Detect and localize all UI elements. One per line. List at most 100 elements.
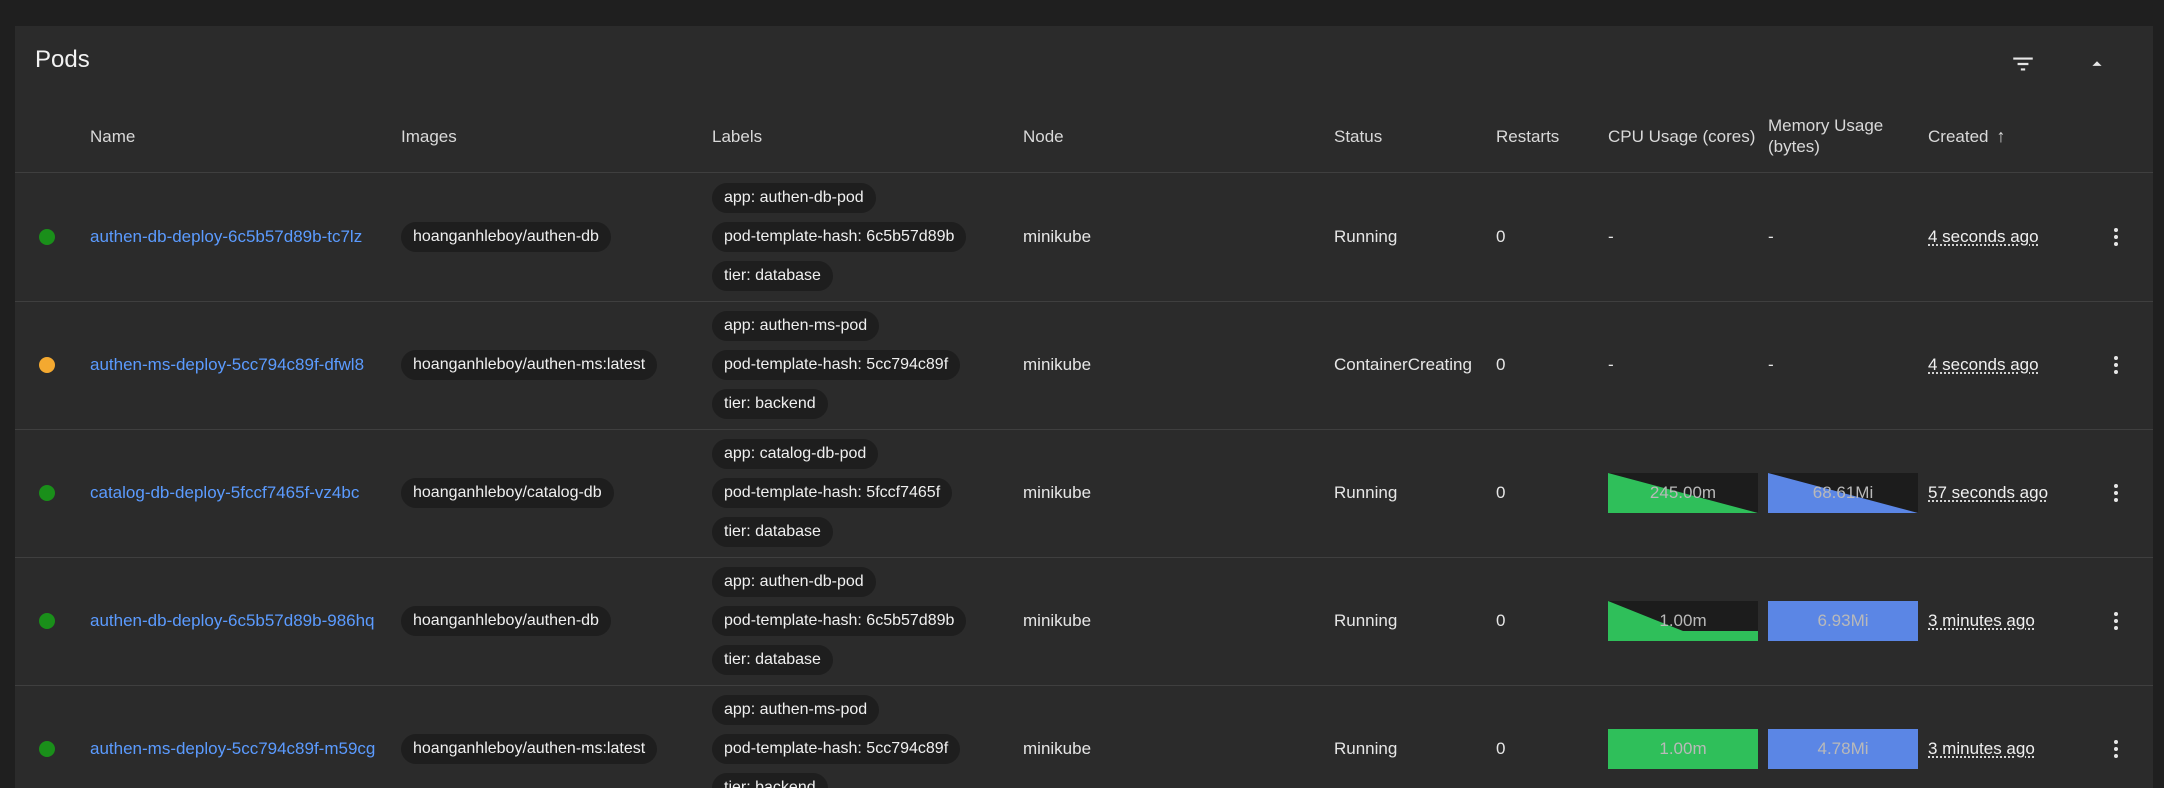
status-cell: Running bbox=[1334, 739, 1398, 758]
pod-name-cell: catalog-db-deploy-5fccf7465f-vz4bc bbox=[90, 429, 359, 557]
created-cell: 3 minutes ago bbox=[1928, 685, 2035, 788]
table-row: authen-ms-deploy-5cc794c89f-dfwl8 hoangan… bbox=[15, 301, 2153, 430]
more-vert-icon[interactable] bbox=[2100, 733, 2132, 765]
label-chip: app: catalog-db-pod bbox=[712, 439, 879, 469]
labels-cell: app: authen-db-pod pod-template-hash: 6c5… bbox=[712, 173, 967, 301]
image-chip: hoanganhleboy/authen-db bbox=[401, 606, 611, 636]
card-title: Pods bbox=[35, 46, 90, 73]
cpu-usage-value: 1.00m bbox=[1659, 611, 1707, 630]
memory-usage-value: 4.78Mi bbox=[1817, 739, 1869, 758]
node-cell: minikube bbox=[1023, 739, 1092, 758]
status-running-icon bbox=[39, 741, 55, 757]
created-age[interactable]: 3 minutes ago bbox=[1928, 611, 2035, 631]
column-header-restarts[interactable]: Restarts bbox=[1496, 100, 1559, 172]
status-cell: Running bbox=[1334, 227, 1398, 246]
labels-cell: app: catalog-db-pod pod-template-hash: 5f… bbox=[712, 429, 953, 557]
cpu-usage-sparkline: 1.00m bbox=[1608, 601, 1758, 641]
created-age[interactable]: 3 minutes ago bbox=[1928, 739, 2035, 759]
pod-name-cell: authen-db-deploy-6c5b57d89b-986hq bbox=[90, 557, 375, 685]
label-chip: pod-template-hash: 6c5b57d89b bbox=[712, 222, 967, 252]
table-header: Name Images Labels Node Status Restarts … bbox=[15, 100, 2153, 173]
pod-name-cell: authen-db-deploy-6c5b57d89b-tc7lz bbox=[90, 173, 362, 301]
restarts-cell: 0 bbox=[1496, 227, 1506, 246]
image-cell: hoanganhleboy/authen-db bbox=[401, 557, 611, 685]
column-header-created[interactable]: Created ↑ bbox=[1928, 100, 2005, 172]
pod-name-link[interactable]: authen-ms-deploy-5cc794c89f-m59cg bbox=[90, 739, 375, 759]
cpu-usage-sparkline: 1.00m bbox=[1608, 729, 1758, 769]
memory-usage-sparkline: 6.93Mi bbox=[1768, 601, 1918, 641]
created-age[interactable]: 57 seconds ago bbox=[1928, 483, 2048, 503]
status-cell: Running bbox=[1334, 483, 1398, 502]
column-header-memory[interactable]: Memory Usage (bytes) bbox=[1768, 100, 1883, 172]
label-chip: tier: database bbox=[712, 517, 833, 547]
more-vert-icon[interactable] bbox=[2100, 605, 2132, 637]
arrow-up-sort-icon: ↑ bbox=[1996, 125, 2006, 146]
created-cell: 4 seconds ago bbox=[1928, 301, 2039, 429]
status-cell: ContainerCreating bbox=[1334, 355, 1472, 374]
label-chip: tier: backend bbox=[712, 389, 828, 419]
image-chip: hoanganhleboy/authen-ms:latest bbox=[401, 734, 658, 764]
column-header-node[interactable]: Node bbox=[1023, 100, 1064, 172]
more-vert-icon[interactable] bbox=[2100, 349, 2132, 381]
column-header-images: Images bbox=[401, 126, 457, 146]
label-chip: pod-template-hash: 5cc794c89f bbox=[712, 350, 961, 380]
created-cell: 3 minutes ago bbox=[1928, 557, 2035, 685]
created-age[interactable]: 4 seconds ago bbox=[1928, 227, 2039, 247]
restarts-cell: 0 bbox=[1496, 355, 1506, 374]
table-row: authen-db-deploy-6c5b57d89b-tc7lz hoangan… bbox=[15, 173, 2153, 302]
pod-name-link[interactable]: catalog-db-deploy-5fccf7465f-vz4bc bbox=[90, 483, 359, 503]
node-cell: minikube bbox=[1023, 227, 1092, 246]
memory-usage-sparkline: 4.78Mi bbox=[1768, 729, 1918, 769]
arrow-up-collapse-icon[interactable] bbox=[2081, 48, 2113, 80]
label-chip: tier: backend bbox=[712, 773, 828, 788]
cpu-usage-value: 245.00m bbox=[1649, 483, 1717, 502]
node-cell: minikube bbox=[1023, 355, 1092, 374]
label-chip: app: authen-db-pod bbox=[712, 183, 876, 213]
column-header-status[interactable]: Status bbox=[1334, 100, 1382, 172]
filter-list-icon[interactable] bbox=[2007, 48, 2039, 80]
node-cell: minikube bbox=[1023, 611, 1092, 630]
image-chip: hoanganhleboy/authen-ms:latest bbox=[401, 350, 658, 380]
status-cell: Running bbox=[1334, 611, 1398, 630]
pod-name-link[interactable]: authen-ms-deploy-5cc794c89f-dfwl8 bbox=[90, 355, 364, 375]
cpu-usage-sparkline: 245.00m bbox=[1608, 473, 1758, 513]
memory-usage-value: 6.93Mi bbox=[1817, 611, 1869, 630]
labels-cell: app: authen-db-pod pod-template-hash: 6c5… bbox=[712, 557, 967, 685]
cpu-usage-value: 1.00m bbox=[1659, 739, 1707, 758]
table-row: catalog-db-deploy-5fccf7465f-vz4bc hoanga… bbox=[15, 429, 2153, 558]
more-vert-icon[interactable] bbox=[2100, 221, 2132, 253]
column-header-cpu[interactable]: CPU Usage (cores) bbox=[1608, 100, 1755, 172]
column-header-labels: Labels bbox=[712, 126, 763, 146]
pod-name-cell: authen-ms-deploy-5cc794c89f-dfwl8 bbox=[90, 301, 364, 429]
image-cell: hoanganhleboy/authen-db bbox=[401, 173, 611, 301]
label-chip: tier: database bbox=[712, 261, 833, 291]
column-header-name[interactable]: Name bbox=[90, 100, 135, 172]
restarts-cell: 0 bbox=[1496, 739, 1506, 758]
image-cell: hoanganhleboy/catalog-db bbox=[401, 429, 614, 557]
status-pending-icon bbox=[39, 357, 55, 373]
label-chip: pod-template-hash: 5cc794c89f bbox=[712, 734, 961, 764]
created-age[interactable]: 4 seconds ago bbox=[1928, 355, 2039, 375]
image-chip: hoanganhleboy/authen-db bbox=[401, 222, 611, 252]
pods-card: Pods Name Images Labels Node Status Rest… bbox=[15, 26, 2153, 788]
column-header-memory-line1: Memory Usage bbox=[1768, 116, 1884, 135]
pod-name-link[interactable]: authen-db-deploy-6c5b57d89b-tc7lz bbox=[90, 227, 362, 247]
cpu-usage-cell: - bbox=[1608, 355, 1614, 374]
memory-usage-cell: - bbox=[1768, 227, 1774, 246]
image-chip: hoanganhleboy/catalog-db bbox=[401, 478, 614, 508]
pod-name-link[interactable]: authen-db-deploy-6c5b57d89b-986hq bbox=[90, 611, 375, 631]
more-vert-icon[interactable] bbox=[2100, 477, 2132, 509]
restarts-cell: 0 bbox=[1496, 611, 1506, 630]
memory-usage-cell: - bbox=[1768, 355, 1774, 374]
status-running-icon bbox=[39, 613, 55, 629]
label-chip: pod-template-hash: 6c5b57d89b bbox=[712, 606, 967, 636]
label-chip: app: authen-ms-pod bbox=[712, 311, 880, 341]
column-header-memory-line2: (bytes) bbox=[1768, 137, 1820, 156]
status-running-icon bbox=[39, 485, 55, 501]
image-cell: hoanganhleboy/authen-ms:latest bbox=[401, 301, 658, 429]
memory-usage-sparkline: 68.61Mi bbox=[1768, 473, 1918, 513]
created-cell: 57 seconds ago bbox=[1928, 429, 2048, 557]
table-row: authen-db-deploy-6c5b57d89b-986hq hoangan… bbox=[15, 557, 2153, 686]
image-cell: hoanganhleboy/authen-ms:latest bbox=[401, 685, 658, 788]
label-chip: pod-template-hash: 5fccf7465f bbox=[712, 478, 953, 508]
